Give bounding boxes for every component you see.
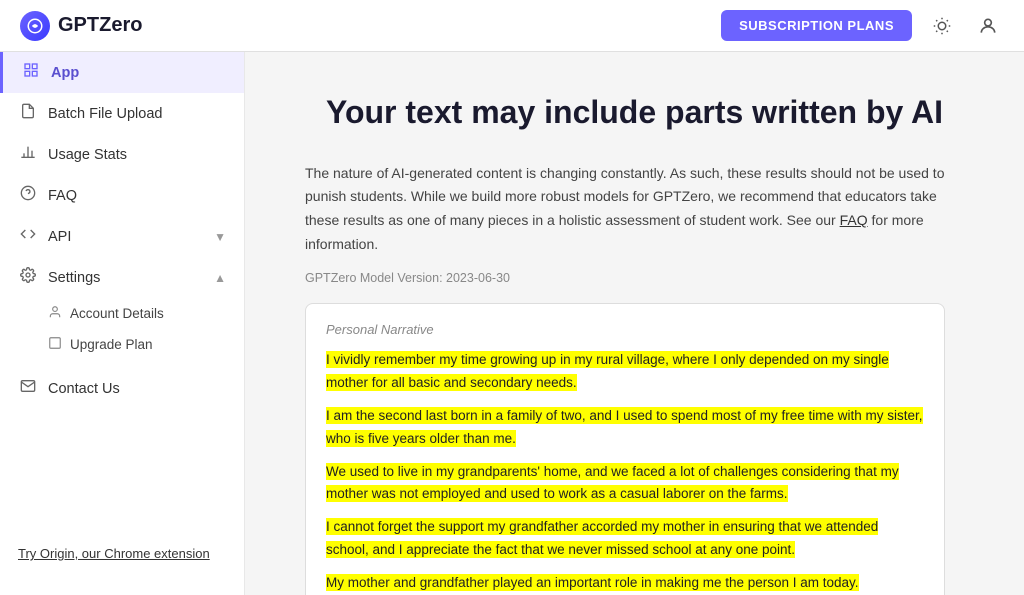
highlighted-text: I vividly remember my time growing up in…	[326, 349, 924, 595]
sidebar-item-upgrade-plan[interactable]: Upgrade Plan	[48, 329, 244, 360]
header: GPTZero SUBSCRIPTION PLANS	[0, 0, 1024, 52]
text-label: Personal Narrative	[326, 322, 924, 337]
text-paragraph: I vividly remember my time growing up in…	[326, 349, 924, 395]
subscription-plans-button[interactable]: SUBSCRIPTION PLANS	[721, 10, 912, 41]
text-paragraph: I am the second last born in a family of…	[326, 405, 924, 451]
sidebar-item-faq[interactable]: FAQ	[0, 175, 244, 216]
grid-icon	[21, 62, 41, 83]
faq-link[interactable]: FAQ	[840, 212, 868, 228]
text-analysis-box: Personal Narrative I vividly remember my…	[305, 303, 945, 595]
text-paragraph: I cannot forget the support my grandfath…	[326, 516, 924, 562]
code-icon	[18, 226, 38, 247]
sidebar-item-batch-label: Batch File Upload	[48, 106, 162, 122]
sidebar-item-contact-us[interactable]: Contact Us	[0, 368, 244, 409]
sidebar-item-api-label: API	[48, 229, 71, 245]
logo-icon	[20, 11, 50, 41]
square-icon	[48, 336, 62, 353]
user-profile-button[interactable]	[972, 10, 1004, 42]
disclaimer-text: The nature of AI-generated content is ch…	[305, 162, 945, 257]
sidebar-item-usage-label: Usage Stats	[48, 147, 127, 163]
chrome-extension-section: Try Origin, our Chrome extension	[0, 533, 244, 575]
model-version: GPTZero Model Version: 2023-06-30	[305, 271, 964, 285]
settings-icon	[18, 267, 38, 288]
header-right: SUBSCRIPTION PLANS	[721, 10, 1004, 42]
user-icon	[48, 305, 62, 322]
chrome-extension-link[interactable]: Try Origin, our Chrome extension	[18, 546, 210, 561]
sidebar: App Batch File Upload Usag	[0, 52, 245, 595]
chevron-up-icon: ▲	[214, 271, 226, 285]
bar-chart-icon	[18, 144, 38, 165]
settings-submenu: Account Details Upgrade Plan	[0, 298, 244, 360]
logo-text: GPTZero	[58, 14, 142, 37]
text-paragraph: We used to live in my grandparents' home…	[326, 461, 924, 507]
text-paragraph: My mother and grandfather played an impo…	[326, 572, 924, 595]
sidebar-item-settings[interactable]: Settings ▲	[0, 257, 244, 298]
sidebar-item-app[interactable]: App	[0, 52, 244, 93]
sidebar-item-app-label: App	[51, 65, 79, 81]
contact-us-label: Contact Us	[48, 381, 120, 397]
sidebar-item-account-details[interactable]: Account Details	[48, 298, 244, 329]
account-details-label: Account Details	[70, 306, 164, 321]
help-circle-icon	[18, 185, 38, 206]
mail-icon	[18, 378, 38, 399]
sidebar-item-usage-stats[interactable]: Usage Stats	[0, 134, 244, 175]
layout: App Batch File Upload Usag	[0, 52, 1024, 595]
chevron-down-icon: ▼	[214, 230, 226, 244]
sidebar-item-batch-file-upload[interactable]: Batch File Upload	[0, 93, 244, 134]
logo: GPTZero	[20, 11, 142, 41]
file-icon	[18, 103, 38, 124]
sidebar-item-api[interactable]: API ▼	[0, 216, 244, 257]
theme-toggle-button[interactable]	[926, 10, 958, 42]
sidebar-item-faq-label: FAQ	[48, 188, 77, 204]
main-content: Your text may include parts written by A…	[245, 52, 1024, 595]
sidebar-item-settings-label: Settings	[48, 270, 100, 286]
upgrade-plan-label: Upgrade Plan	[70, 337, 153, 352]
result-title: Your text may include parts written by A…	[305, 92, 964, 134]
